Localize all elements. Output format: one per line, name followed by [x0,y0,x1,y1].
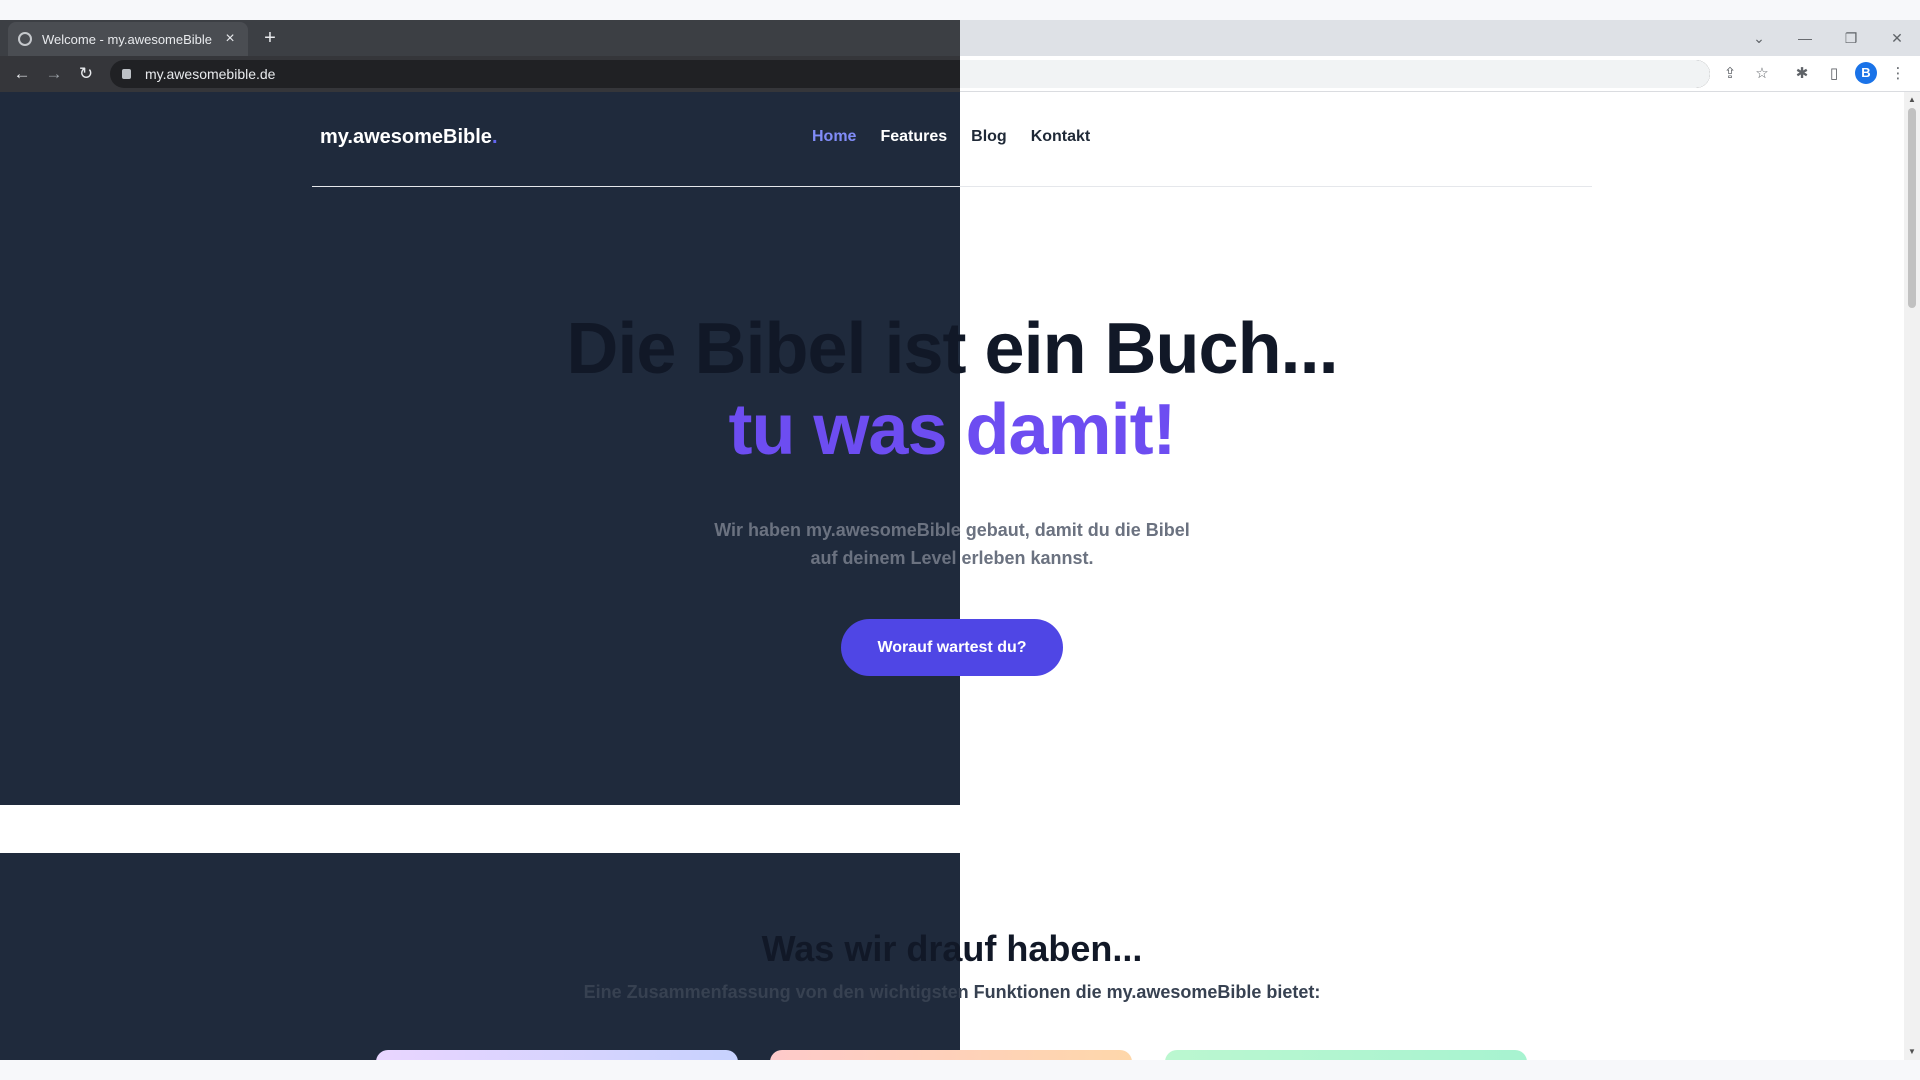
hero-tagline: tu was damit! [728,390,1176,470]
cta-button[interactable]: Worauf wartest du? [841,619,1063,676]
profile-avatar[interactable]: B [1855,62,1877,84]
scroll-down-icon[interactable]: ▼ [1904,1044,1920,1060]
nav-features[interactable]: Features [880,128,947,146]
feature-card[interactable] [770,1050,1132,1060]
new-tab-button[interactable]: + [258,26,282,50]
site-header: my.awesomeBible. Home Features Blog Kont… [312,92,1592,187]
address-bar[interactable]: my.awesomebible.de [110,60,1710,88]
tab-strip: Welcome - my.awesomeBible × + ⌄ — ❐ ✕ [0,20,1920,56]
main-nav: Home Features Blog Kontakt [812,128,1090,146]
lock-icon [122,69,131,79]
reload-icon[interactable]: ↻ [74,62,98,86]
nav-home[interactable]: Home [812,128,856,146]
browser-menu-icon[interactable]: ⋮ [1886,62,1910,86]
bookmark-star-icon[interactable]: ☆ [1750,62,1774,86]
feature-card[interactable] [1165,1050,1527,1060]
nav-blog[interactable]: Blog [971,128,1007,146]
browser-tab[interactable]: Welcome - my.awesomeBible × [8,22,248,56]
page-viewport: my.awesomeBible. Home Features Blog Kont… [0,92,1904,1060]
close-window-button[interactable]: ✕ [1874,20,1920,56]
features-subtitle: Eine Zusammenfassung von den wichtigsten… [583,982,1321,1002]
hero-headline: Die Bibel ist ein Buch... [566,309,1338,389]
globe-icon [18,32,32,46]
scroll-up-icon[interactable]: ▲ [1904,92,1920,108]
browser-toolbar: ← → ↻ my.awesomebible.de ⇪ ☆ ✱ ▯ B ⋮ [0,56,1920,92]
nav-kontakt[interactable]: Kontakt [1031,128,1091,146]
forward-arrow-icon[interactable]: → [42,62,66,86]
url-text: my.awesomebible.de [145,66,276,82]
hero-description-line1: Wir haben my.awesomeBible gebaut, damit … [714,520,1190,540]
logo-dot: . [491,126,498,148]
tab-title: Welcome - my.awesomeBible [42,31,213,47]
tab-search-icon[interactable]: ⌄ [1736,20,1782,56]
page-scrollbar[interactable]: ▲ ▼ [1904,92,1920,1060]
features-title: Was wir drauf haben... [761,928,1143,969]
side-panel-icon[interactable]: ▯ [1822,62,1846,86]
hero-description: Wir haben my.awesomeBible gebaut, damit … [0,516,1904,572]
minimize-button[interactable]: — [1782,20,1828,56]
close-tab-icon[interactable]: × [222,30,238,48]
scrollbar-thumb[interactable] [1908,108,1916,308]
browser-window: Welcome - my.awesomeBible × + ⌄ — ❐ ✕ ← … [0,0,1920,1080]
back-arrow-icon[interactable]: ← [10,62,34,86]
feature-card[interactable] [376,1050,738,1060]
site-logo[interactable]: my.awesomeBible. [320,126,498,149]
logo-text: my.awesomeBible [320,126,492,148]
share-icon[interactable]: ⇪ [1718,62,1742,86]
extensions-puzzle-icon[interactable]: ✱ [1790,62,1814,86]
restore-button[interactable]: ❐ [1828,20,1874,56]
hero-description-line2: auf deinem Level erleben kannst. [810,548,1094,568]
